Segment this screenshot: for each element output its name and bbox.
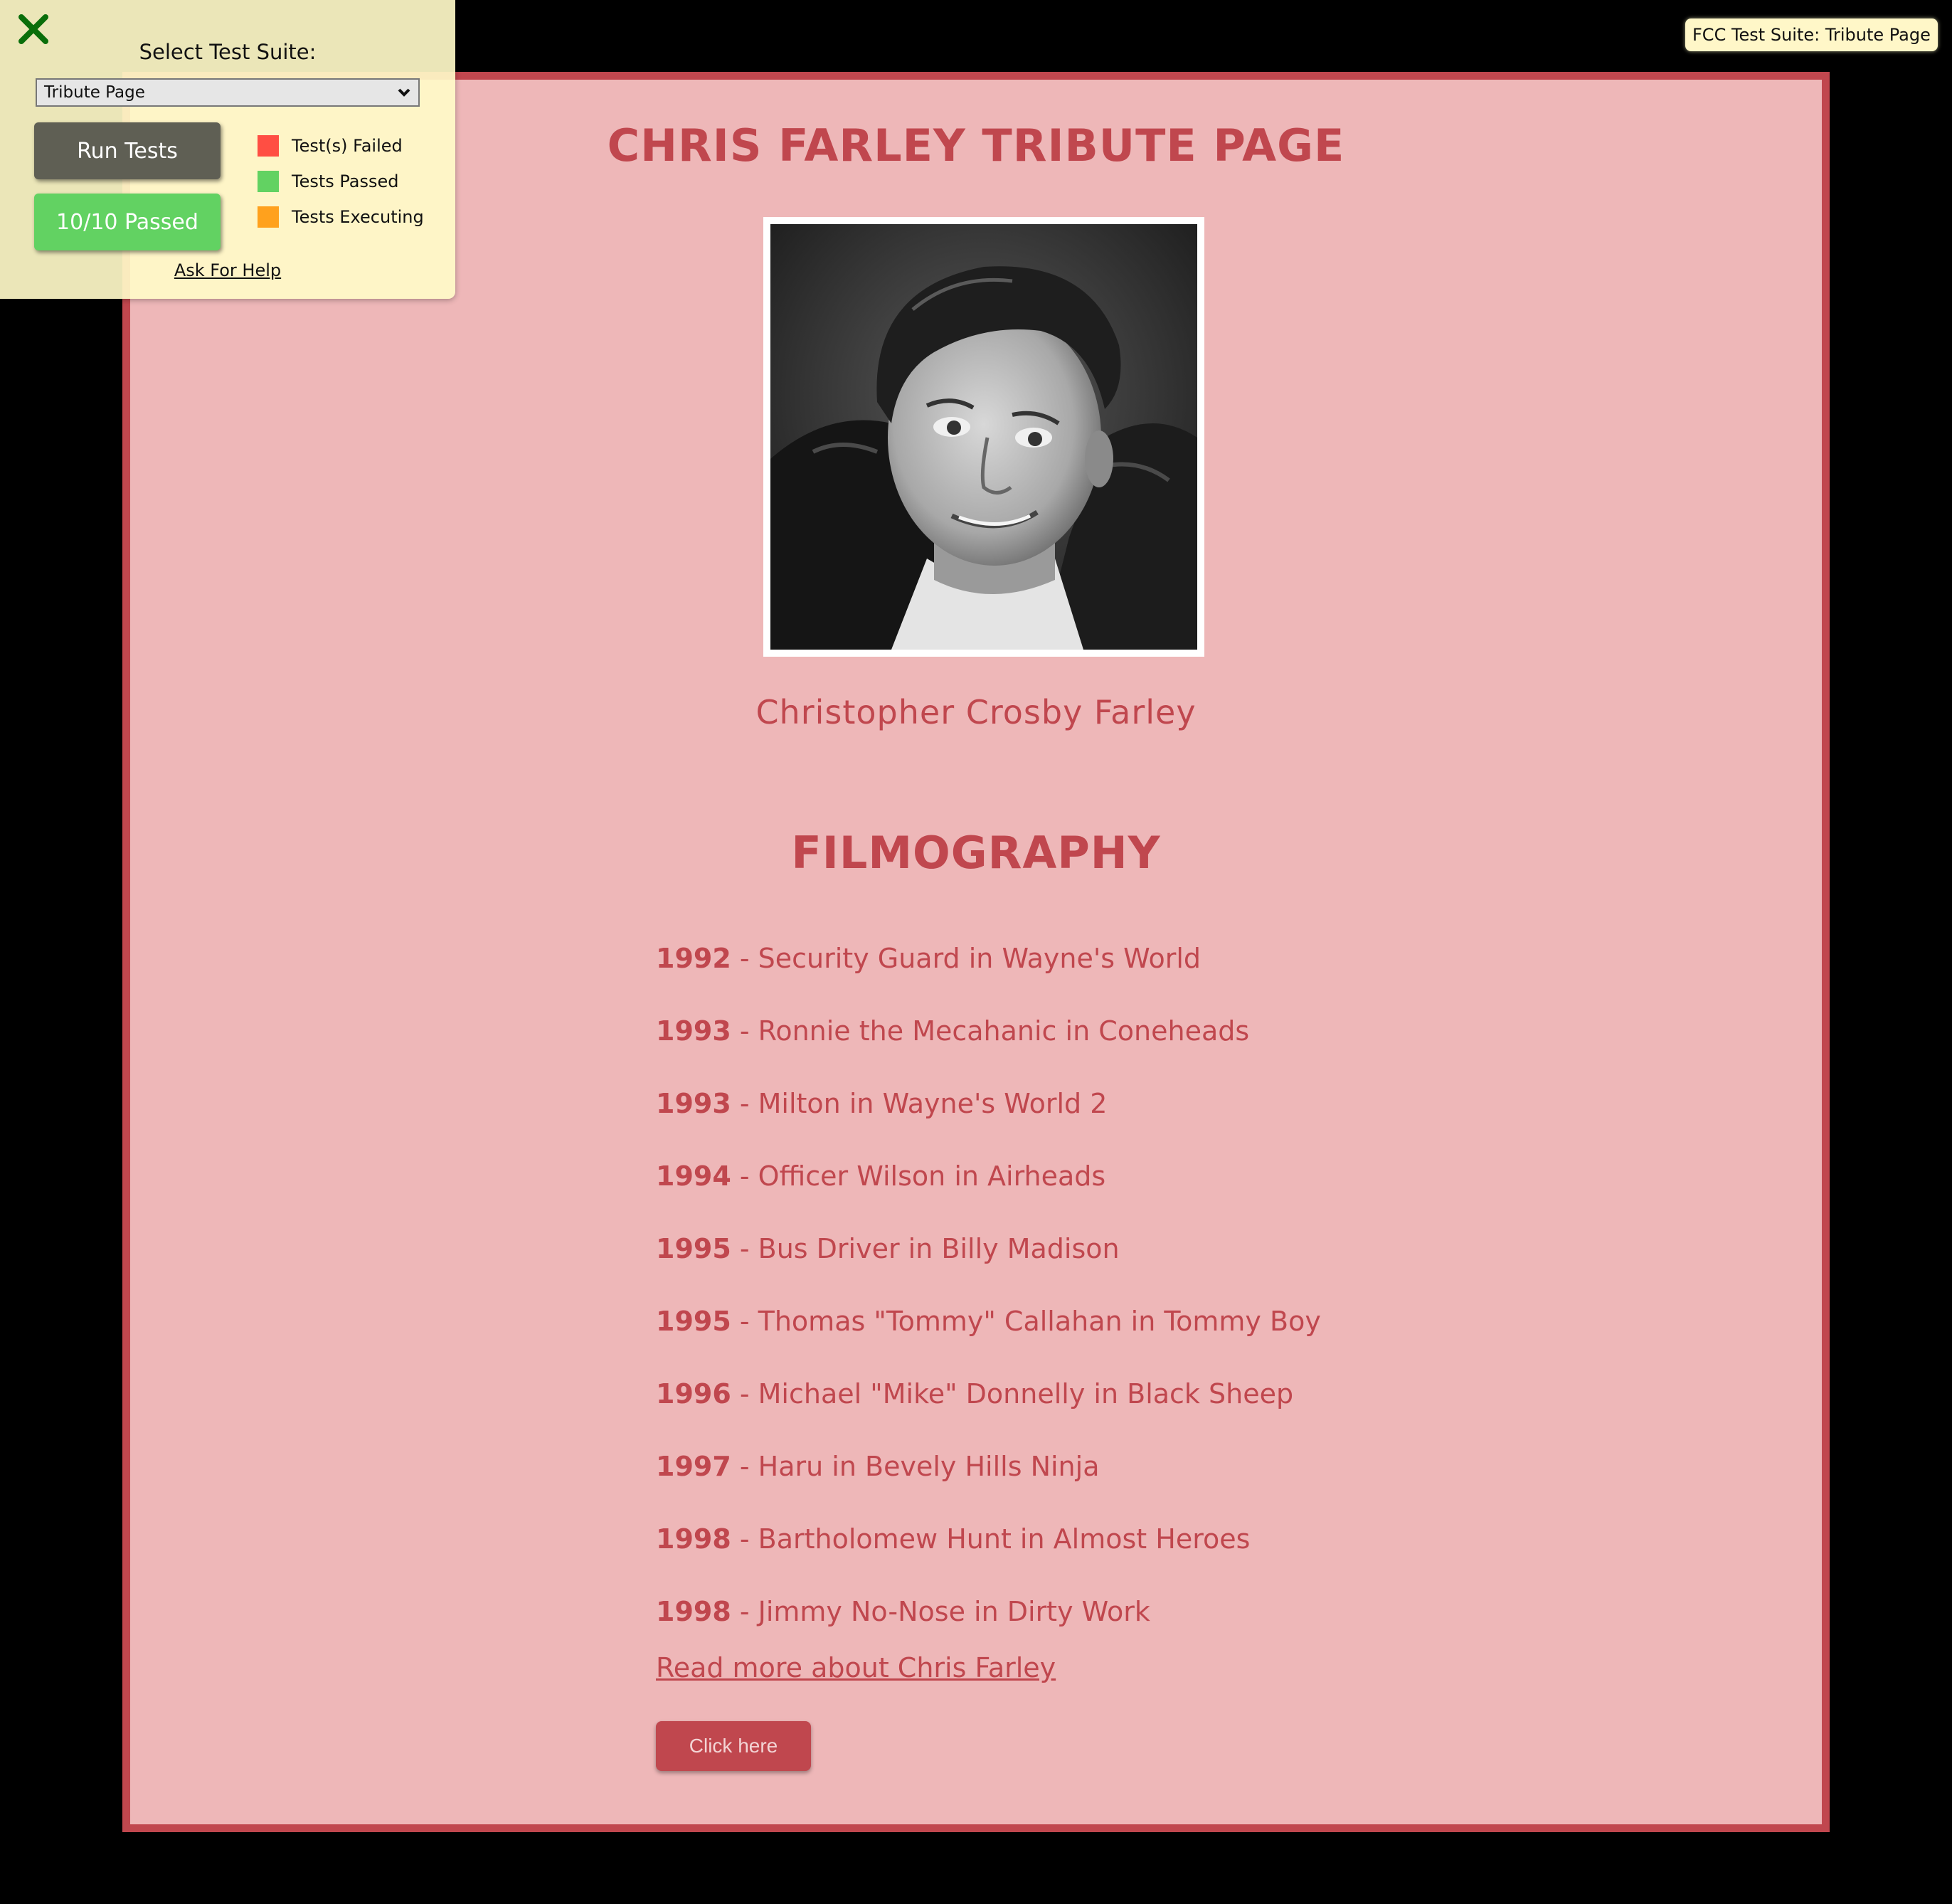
film-year: 1996 bbox=[656, 1378, 731, 1410]
list-item: 1994 - Officer Wilson in Airheads bbox=[656, 1140, 1321, 1212]
film-year: 1998 bbox=[656, 1523, 731, 1555]
test-results-button[interactable]: 10/10 Passed bbox=[34, 194, 221, 250]
fcc-suite-badge: FCC Test Suite: Tribute Page bbox=[1685, 18, 1938, 51]
film-role: - Jimmy No-Nose in Dirty Work bbox=[731, 1596, 1150, 1627]
filmography-list: 1992 - Security Guard in Wayne's World 19… bbox=[656, 922, 1321, 1648]
portrait-photo bbox=[770, 224, 1197, 650]
click-here-button[interactable]: Click here bbox=[656, 1721, 811, 1771]
film-role: - Bus Driver in Billy Madison bbox=[731, 1233, 1120, 1264]
film-year: 1993 bbox=[656, 1088, 731, 1119]
list-item: 1995 - Thomas "Tommy" Callahan in Tommy … bbox=[656, 1285, 1321, 1358]
legend-executing-label: Tests Executing bbox=[292, 207, 424, 227]
film-role: - Officer Wilson in Airheads bbox=[731, 1160, 1106, 1192]
tribute-main: CHRIS FARLEY TRIBUTE PAGE Christopher Cr… bbox=[122, 72, 1830, 1832]
test-suite-selected-value: Tribute Page bbox=[44, 83, 145, 102]
film-year: 1997 bbox=[656, 1451, 731, 1482]
film-year: 1998 bbox=[656, 1596, 731, 1627]
run-tests-button[interactable]: Run Tests bbox=[34, 122, 221, 179]
legend-failed: Test(s) Failed bbox=[258, 135, 403, 157]
legend-executing: Tests Executing bbox=[258, 206, 424, 228]
ask-for-help-link[interactable]: Ask For Help bbox=[0, 260, 455, 280]
film-role: - Bartholomew Hunt in Almost Heroes bbox=[731, 1523, 1251, 1555]
portrait-caption: Christopher Crosby Farley bbox=[755, 693, 1197, 731]
list-item: 1993 - Ronnie the Mecahanic in Coneheads bbox=[656, 995, 1321, 1067]
film-role: - Security Guard in Wayne's World bbox=[731, 943, 1202, 974]
filmography-heading: FILMOGRAPHY bbox=[791, 827, 1161, 879]
list-item: 1995 - Bus Driver in Billy Madison bbox=[656, 1212, 1321, 1285]
legend-failed-label: Test(s) Failed bbox=[292, 136, 403, 156]
portrait-image bbox=[763, 217, 1204, 657]
list-item: 1998 - Jimmy No-Nose in Dirty Work bbox=[656, 1575, 1321, 1648]
legend-passed-label: Tests Passed bbox=[292, 171, 399, 191]
read-more-link[interactable]: Read more about Chris Farley bbox=[656, 1652, 1056, 1683]
list-item: 1993 - Milton in Wayne's World 2 bbox=[656, 1067, 1321, 1140]
film-role: - Milton in Wayne's World 2 bbox=[731, 1088, 1108, 1119]
film-year: 1992 bbox=[656, 943, 731, 974]
film-role: - Haru in Bevely Hills Ninja bbox=[731, 1451, 1100, 1482]
test-suite-select[interactable]: Tribute Page bbox=[36, 78, 420, 107]
film-year: 1995 bbox=[656, 1306, 731, 1337]
film-year: 1995 bbox=[656, 1233, 731, 1264]
film-year: 1994 bbox=[656, 1160, 731, 1192]
list-item: 1996 - Michael "Mike" Donnelly in Black … bbox=[656, 1358, 1321, 1430]
film-role: - Thomas "Tommy" Callahan in Tommy Boy bbox=[731, 1306, 1321, 1337]
film-role: - Ronnie the Mecahanic in Coneheads bbox=[731, 1015, 1250, 1047]
list-item: 1998 - Bartholomew Hunt in Almost Heroes bbox=[656, 1503, 1321, 1575]
passed-swatch bbox=[258, 171, 279, 192]
film-year: 1993 bbox=[656, 1015, 731, 1047]
fcc-test-panel: Select Test Suite: Tribute Page Run Test… bbox=[0, 0, 455, 299]
list-item: 1997 - Haru in Bevely Hills Ninja bbox=[656, 1430, 1321, 1503]
failed-swatch bbox=[258, 135, 279, 157]
legend-passed: Tests Passed bbox=[258, 171, 399, 192]
chevron-down-icon bbox=[397, 80, 411, 114]
executing-swatch bbox=[258, 206, 279, 228]
list-item: 1992 - Security Guard in Wayne's World bbox=[656, 922, 1321, 995]
film-role: - Michael "Mike" Donnelly in Black Sheep bbox=[731, 1378, 1294, 1410]
select-suite-label: Select Test Suite: bbox=[139, 40, 317, 64]
